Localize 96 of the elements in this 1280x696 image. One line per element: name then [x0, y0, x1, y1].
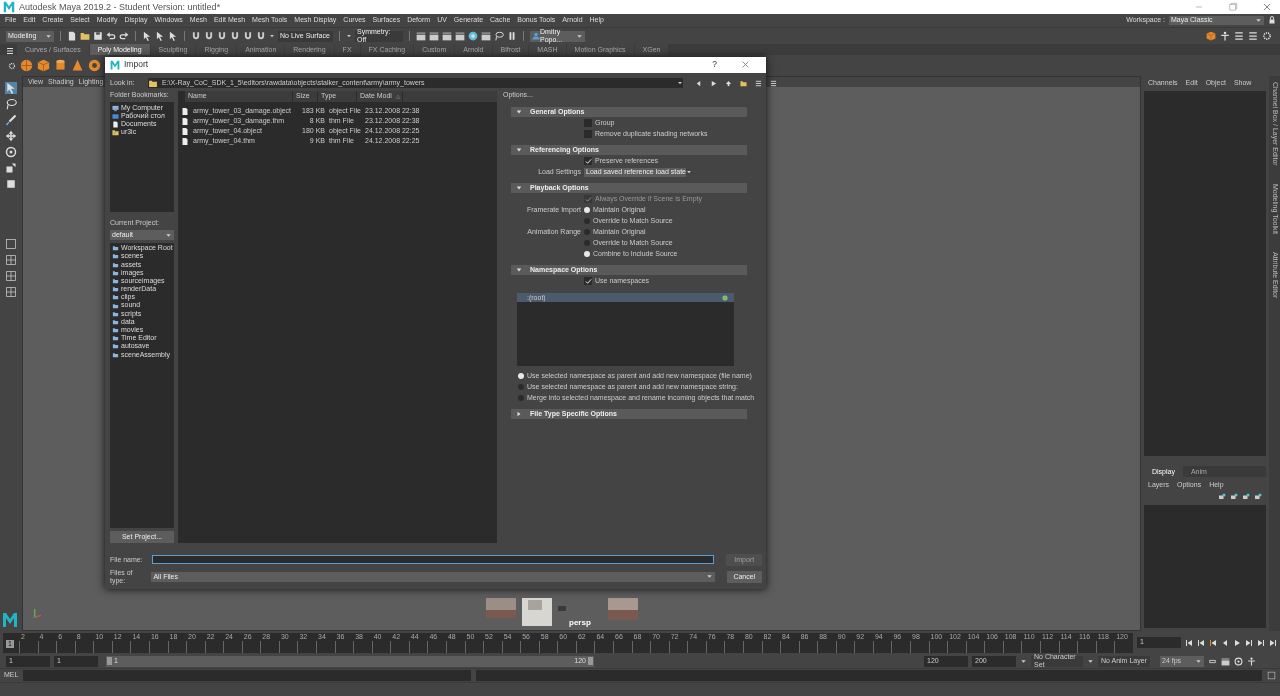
close-icon[interactable] — [741, 60, 750, 70]
caret-icon — [576, 32, 583, 40]
clapperboard-icon[interactable] — [429, 31, 439, 41]
caret-icon[interactable] — [1087, 657, 1094, 665]
radio-button[interactable] — [518, 395, 524, 402]
computer-icon — [112, 104, 119, 112]
document-icon — [112, 120, 119, 128]
layer-icon[interactable] — [1242, 493, 1250, 502]
checkbox[interactable] — [584, 157, 592, 166]
square-icon[interactable] — [5, 178, 17, 190]
previous-key-icon[interactable] — [1209, 638, 1217, 647]
radio-button[interactable] — [584, 251, 590, 258]
caret-icon[interactable] — [269, 33, 275, 39]
cube-icon[interactable] — [1206, 31, 1216, 41]
layer-icon[interactable] — [1230, 493, 1238, 502]
move-icon[interactable] — [5, 130, 17, 142]
radio-button[interactable] — [584, 240, 590, 247]
next-key-icon[interactable] — [1245, 638, 1253, 647]
caret-icon[interactable] — [346, 33, 352, 39]
file-name-input[interactable] — [151, 555, 715, 565]
grid-layout-icon[interactable] — [5, 254, 17, 266]
cube-icon[interactable] — [37, 59, 50, 72]
script-editor-icon[interactable] — [1267, 671, 1276, 680]
list-icon[interactable] — [1248, 31, 1258, 41]
detail-view-icon[interactable] — [770, 79, 777, 87]
forward-arrow-icon[interactable] — [710, 79, 717, 87]
user-icon — [532, 32, 540, 40]
person-icon[interactable] — [1220, 31, 1230, 41]
status-dot-icon — [722, 294, 728, 301]
list-icon[interactable] — [1234, 31, 1244, 41]
radio-button[interactable] — [584, 229, 590, 236]
camera-label: persp — [569, 617, 591, 627]
undo-icon[interactable] — [106, 31, 116, 41]
window-title: Autodesk Maya 2019.2 - Student Version: untitled* — [19, 1, 221, 13]
step-back-icon[interactable] — [1197, 638, 1205, 647]
torus-icon[interactable] — [88, 59, 101, 72]
radio-button[interactable] — [584, 218, 590, 225]
skip-to-end-icon[interactable] — [1269, 638, 1277, 647]
caret-icon — [45, 32, 52, 40]
step-forward-icon[interactable] — [1257, 638, 1265, 647]
checkbox[interactable] — [584, 130, 592, 139]
radio-button[interactable] — [584, 207, 590, 214]
save-icon[interactable] — [93, 31, 103, 41]
dialog-title: Import — [124, 60, 149, 70]
scale-icon[interactable] — [5, 162, 17, 174]
grid-layout-icon[interactable] — [5, 270, 17, 282]
maya-logo-icon — [2, 612, 18, 628]
new-folder-icon[interactable] — [740, 79, 747, 87]
command-input[interactable] — [23, 670, 472, 681]
caret-icon[interactable] — [1020, 657, 1027, 665]
checkbox[interactable] — [584, 119, 592, 128]
close-icon[interactable] — [1262, 2, 1272, 12]
checkbox[interactable] — [584, 277, 592, 286]
axis-icon — [31, 606, 43, 620]
rotate-icon[interactable] — [5, 146, 17, 158]
cone-icon[interactable] — [71, 59, 84, 72]
single-view-icon[interactable] — [5, 238, 17, 250]
gear-icon[interactable] — [1262, 31, 1272, 41]
list-view-icon[interactable] — [755, 79, 762, 87]
sphere-icon[interactable] — [20, 59, 33, 72]
layer-icon[interactable] — [1254, 493, 1262, 502]
folder-icon — [112, 128, 119, 136]
person-icon[interactable] — [1247, 656, 1256, 666]
clapperboard-icon[interactable] — [455, 31, 465, 41]
clapperboard-icon[interactable] — [416, 31, 426, 41]
pause-icon[interactable] — [507, 31, 517, 41]
menu-icon[interactable] — [4, 47, 16, 55]
maya-logo-icon — [3, 1, 15, 13]
maya-logo-icon — [110, 60, 120, 70]
brush-icon[interactable] — [5, 114, 17, 126]
caret-icon — [165, 231, 172, 239]
caret-icon — [1195, 657, 1202, 665]
open-folder-icon[interactable] — [80, 31, 90, 41]
lasso-icon[interactable] — [5, 98, 17, 110]
clapperboard-icon[interactable] — [481, 31, 491, 41]
up-arrow-icon[interactable] — [725, 79, 732, 87]
radio-button[interactable] — [518, 373, 524, 380]
caret-icon — [1255, 17, 1262, 24]
desktop-icon — [112, 112, 119, 120]
clapperboard-icon[interactable] — [442, 31, 452, 41]
play-icon[interactable] — [1233, 638, 1241, 647]
back-arrow-icon[interactable] — [695, 79, 702, 87]
caret-icon — [705, 573, 713, 581]
grid-layout-icon[interactable] — [5, 286, 17, 298]
sort-arrow-icon — [394, 93, 401, 100]
layer-icon[interactable] — [1218, 493, 1226, 502]
lock-icon[interactable] — [1268, 16, 1276, 25]
redo-icon[interactable] — [119, 31, 129, 41]
skip-to-start-icon[interactable] — [1185, 638, 1193, 647]
disc-icon[interactable] — [468, 31, 478, 41]
play-backward-icon[interactable] — [1221, 638, 1229, 647]
radio-button[interactable] — [518, 384, 524, 391]
help-button[interactable]: ? — [712, 60, 717, 70]
cylinder-icon[interactable] — [54, 59, 67, 72]
gear-icon[interactable] — [8, 61, 16, 70]
new-file-icon[interactable] — [67, 31, 77, 41]
